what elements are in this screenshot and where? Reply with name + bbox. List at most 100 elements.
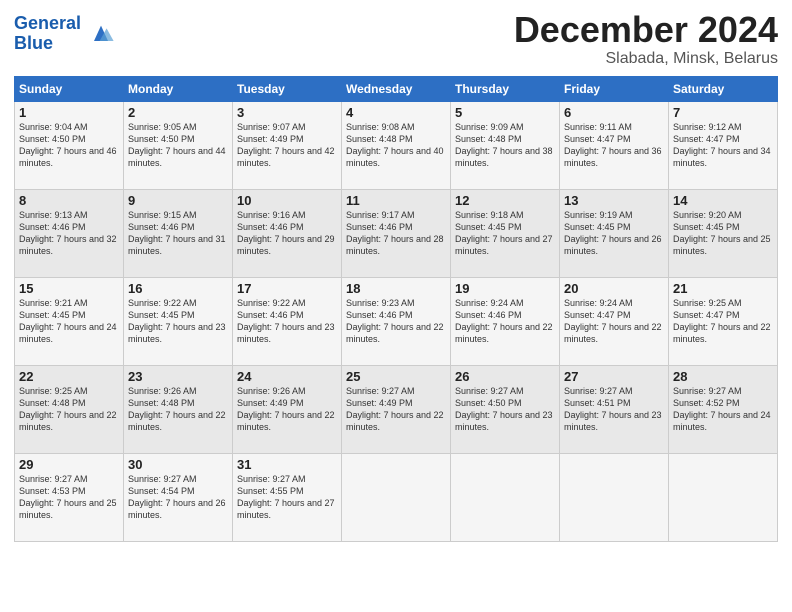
day-number: 25 xyxy=(346,369,446,384)
calendar-week-row: 29 Sunrise: 9:27 AMSunset: 4:53 PMDaylig… xyxy=(15,453,778,541)
day-info: Sunrise: 9:11 AMSunset: 4:47 PMDaylight:… xyxy=(564,122,662,168)
day-info: Sunrise: 9:24 AMSunset: 4:46 PMDaylight:… xyxy=(455,298,553,344)
day-number: 23 xyxy=(128,369,228,384)
day-info: Sunrise: 9:07 AMSunset: 4:49 PMDaylight:… xyxy=(237,122,335,168)
calendar-cell: 9 Sunrise: 9:15 AMSunset: 4:46 PMDayligh… xyxy=(124,189,233,277)
day-number: 26 xyxy=(455,369,555,384)
calendar-cell xyxy=(451,453,560,541)
day-number: 17 xyxy=(237,281,337,296)
day-number: 8 xyxy=(19,193,119,208)
day-number: 2 xyxy=(128,105,228,120)
day-info: Sunrise: 9:26 AMSunset: 4:48 PMDaylight:… xyxy=(128,386,226,432)
day-number: 6 xyxy=(564,105,664,120)
calendar-week-row: 15 Sunrise: 9:21 AMSunset: 4:45 PMDaylig… xyxy=(15,277,778,365)
day-info: Sunrise: 9:25 AMSunset: 4:47 PMDaylight:… xyxy=(673,298,771,344)
weekday-header-tuesday: Tuesday xyxy=(233,76,342,101)
calendar-table: SundayMondayTuesdayWednesdayThursdayFrid… xyxy=(14,76,778,542)
day-info: Sunrise: 9:27 AMSunset: 4:51 PMDaylight:… xyxy=(564,386,662,432)
day-number: 15 xyxy=(19,281,119,296)
day-number: 20 xyxy=(564,281,664,296)
calendar-cell: 22 Sunrise: 9:25 AMSunset: 4:48 PMDaylig… xyxy=(15,365,124,453)
day-number: 28 xyxy=(673,369,773,384)
day-info: Sunrise: 9:24 AMSunset: 4:47 PMDaylight:… xyxy=(564,298,662,344)
day-number: 27 xyxy=(564,369,664,384)
calendar-week-row: 1 Sunrise: 9:04 AMSunset: 4:50 PMDayligh… xyxy=(15,101,778,189)
day-number: 10 xyxy=(237,193,337,208)
calendar-cell xyxy=(560,453,669,541)
day-info: Sunrise: 9:27 AMSunset: 4:49 PMDaylight:… xyxy=(346,386,444,432)
day-info: Sunrise: 9:15 AMSunset: 4:46 PMDaylight:… xyxy=(128,210,226,256)
location-subtitle: Slabada, Minsk, Belarus xyxy=(514,50,778,68)
calendar-cell: 23 Sunrise: 9:26 AMSunset: 4:48 PMDaylig… xyxy=(124,365,233,453)
calendar-cell: 7 Sunrise: 9:12 AMSunset: 4:47 PMDayligh… xyxy=(669,101,778,189)
day-number: 3 xyxy=(237,105,337,120)
calendar-cell: 25 Sunrise: 9:27 AMSunset: 4:49 PMDaylig… xyxy=(342,365,451,453)
day-number: 1 xyxy=(19,105,119,120)
day-info: Sunrise: 9:12 AMSunset: 4:47 PMDaylight:… xyxy=(673,122,771,168)
page-container: General Blue December 2024 Slabada, Mins… xyxy=(0,0,792,548)
calendar-cell: 19 Sunrise: 9:24 AMSunset: 4:46 PMDaylig… xyxy=(451,277,560,365)
day-number: 30 xyxy=(128,457,228,472)
day-info: Sunrise: 9:27 AMSunset: 4:55 PMDaylight:… xyxy=(237,474,335,520)
day-number: 5 xyxy=(455,105,555,120)
day-number: 21 xyxy=(673,281,773,296)
calendar-cell: 24 Sunrise: 9:26 AMSunset: 4:49 PMDaylig… xyxy=(233,365,342,453)
day-number: 4 xyxy=(346,105,446,120)
day-info: Sunrise: 9:13 AMSunset: 4:46 PMDaylight:… xyxy=(19,210,117,256)
day-number: 22 xyxy=(19,369,119,384)
day-info: Sunrise: 9:04 AMSunset: 4:50 PMDaylight:… xyxy=(19,122,117,168)
calendar-cell: 30 Sunrise: 9:27 AMSunset: 4:54 PMDaylig… xyxy=(124,453,233,541)
day-info: Sunrise: 9:16 AMSunset: 4:46 PMDaylight:… xyxy=(237,210,335,256)
calendar-cell: 11 Sunrise: 9:17 AMSunset: 4:46 PMDaylig… xyxy=(342,189,451,277)
title-block: December 2024 Slabada, Minsk, Belarus xyxy=(514,10,778,68)
weekday-header-monday: Monday xyxy=(124,76,233,101)
calendar-cell: 31 Sunrise: 9:27 AMSunset: 4:55 PMDaylig… xyxy=(233,453,342,541)
day-number: 31 xyxy=(237,457,337,472)
weekday-header-wednesday: Wednesday xyxy=(342,76,451,101)
calendar-cell xyxy=(342,453,451,541)
day-number: 24 xyxy=(237,369,337,384)
calendar-cell: 13 Sunrise: 9:19 AMSunset: 4:45 PMDaylig… xyxy=(560,189,669,277)
day-info: Sunrise: 9:19 AMSunset: 4:45 PMDaylight:… xyxy=(564,210,662,256)
day-number: 12 xyxy=(455,193,555,208)
calendar-cell: 4 Sunrise: 9:08 AMSunset: 4:48 PMDayligh… xyxy=(342,101,451,189)
day-info: Sunrise: 9:22 AMSunset: 4:46 PMDaylight:… xyxy=(237,298,335,344)
calendar-cell: 18 Sunrise: 9:23 AMSunset: 4:46 PMDaylig… xyxy=(342,277,451,365)
day-info: Sunrise: 9:23 AMSunset: 4:46 PMDaylight:… xyxy=(346,298,444,344)
weekday-header-thursday: Thursday xyxy=(451,76,560,101)
calendar-cell xyxy=(669,453,778,541)
month-title: December 2024 xyxy=(514,10,778,50)
calendar-cell: 20 Sunrise: 9:24 AMSunset: 4:47 PMDaylig… xyxy=(560,277,669,365)
calendar-cell: 15 Sunrise: 9:21 AMSunset: 4:45 PMDaylig… xyxy=(15,277,124,365)
calendar-header: SundayMondayTuesdayWednesdayThursdayFrid… xyxy=(15,76,778,101)
weekday-header-friday: Friday xyxy=(560,76,669,101)
day-number: 16 xyxy=(128,281,228,296)
page-header: General Blue December 2024 Slabada, Mins… xyxy=(14,10,778,68)
day-info: Sunrise: 9:27 AMSunset: 4:52 PMDaylight:… xyxy=(673,386,771,432)
day-info: Sunrise: 9:09 AMSunset: 4:48 PMDaylight:… xyxy=(455,122,553,168)
calendar-cell: 5 Sunrise: 9:09 AMSunset: 4:48 PMDayligh… xyxy=(451,101,560,189)
day-number: 7 xyxy=(673,105,773,120)
calendar-cell: 3 Sunrise: 9:07 AMSunset: 4:49 PMDayligh… xyxy=(233,101,342,189)
day-number: 29 xyxy=(19,457,119,472)
logo-icon xyxy=(87,20,115,48)
logo-blue: Blue xyxy=(14,33,53,53)
day-info: Sunrise: 9:08 AMSunset: 4:48 PMDaylight:… xyxy=(346,122,444,168)
calendar-week-row: 22 Sunrise: 9:25 AMSunset: 4:48 PMDaylig… xyxy=(15,365,778,453)
day-number: 9 xyxy=(128,193,228,208)
calendar-week-row: 8 Sunrise: 9:13 AMSunset: 4:46 PMDayligh… xyxy=(15,189,778,277)
day-info: Sunrise: 9:22 AMSunset: 4:45 PMDaylight:… xyxy=(128,298,226,344)
day-info: Sunrise: 9:25 AMSunset: 4:48 PMDaylight:… xyxy=(19,386,117,432)
calendar-cell: 21 Sunrise: 9:25 AMSunset: 4:47 PMDaylig… xyxy=(669,277,778,365)
day-info: Sunrise: 9:20 AMSunset: 4:45 PMDaylight:… xyxy=(673,210,771,256)
calendar-cell: 14 Sunrise: 9:20 AMSunset: 4:45 PMDaylig… xyxy=(669,189,778,277)
day-info: Sunrise: 9:17 AMSunset: 4:46 PMDaylight:… xyxy=(346,210,444,256)
day-info: Sunrise: 9:26 AMSunset: 4:49 PMDaylight:… xyxy=(237,386,335,432)
logo: General Blue xyxy=(14,14,115,54)
calendar-cell: 17 Sunrise: 9:22 AMSunset: 4:46 PMDaylig… xyxy=(233,277,342,365)
calendar-cell: 28 Sunrise: 9:27 AMSunset: 4:52 PMDaylig… xyxy=(669,365,778,453)
day-number: 11 xyxy=(346,193,446,208)
day-number: 13 xyxy=(564,193,664,208)
day-number: 19 xyxy=(455,281,555,296)
day-info: Sunrise: 9:21 AMSunset: 4:45 PMDaylight:… xyxy=(19,298,117,344)
